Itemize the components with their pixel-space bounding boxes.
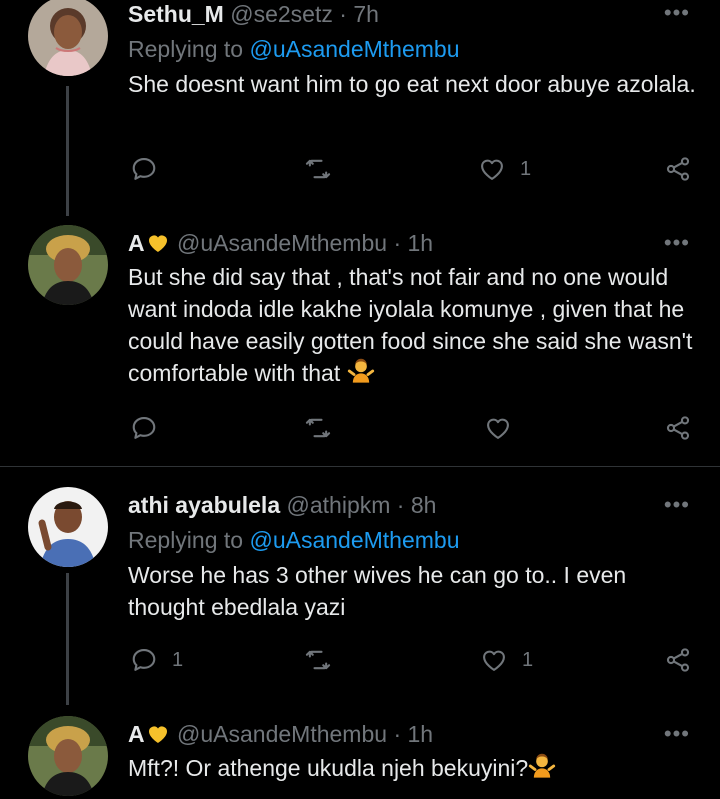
replying-label: Replying to <box>128 527 244 553</box>
display-name[interactable]: Sethu_M <box>128 1 224 27</box>
reply-icon <box>130 646 158 674</box>
display-name-text: A <box>128 230 145 256</box>
heart-icon <box>480 646 508 674</box>
like-count: 1 <box>522 648 534 671</box>
timestamp[interactable]: 1h <box>408 230 434 256</box>
replying-to: Replying to @uAsandeMthembu <box>128 34 700 64</box>
tweet-text-content: Mft?! Or athenge ukudla njeh bekuyini? <box>128 755 529 781</box>
separator: · <box>339 1 347 27</box>
handle[interactable]: @uAsandeMthembu <box>177 721 387 747</box>
heart-icon <box>484 414 512 442</box>
reply-icon <box>130 414 158 442</box>
share-button[interactable] <box>664 646 692 674</box>
shrug-emoji-icon <box>528 752 556 780</box>
share-button[interactable] <box>664 155 692 183</box>
yellow-heart-icon <box>145 231 171 255</box>
share-icon <box>664 414 692 442</box>
separator: · <box>396 492 405 518</box>
like-button[interactable]: 1 <box>478 155 531 183</box>
like-button[interactable]: 1 <box>480 646 533 674</box>
tweet-header: A @uAsandeMthembu · 1h <box>128 229 700 257</box>
timestamp[interactable]: 1h <box>408 721 434 747</box>
more-icon[interactable]: ••• <box>664 492 690 518</box>
thread-line <box>66 86 69 216</box>
retweet-button[interactable] <box>304 414 332 442</box>
more-icon[interactable]: ••• <box>664 721 690 747</box>
shrug-emoji-icon <box>347 357 375 385</box>
display-name-text: A <box>128 721 145 747</box>
tweet-header: Sethu_M @se2setz · 7h <box>128 0 700 28</box>
more-icon[interactable]: ••• <box>664 0 690 26</box>
separator: · <box>393 721 402 747</box>
tweet-header: A @uAsandeMthembu · 1h <box>128 720 700 748</box>
replying-handle-link[interactable]: @uAsandeMthembu <box>249 527 459 553</box>
replying-to: Replying to @uAsandeMthembu <box>128 525 700 555</box>
avatar-athi[interactable] <box>28 487 108 567</box>
display-name[interactable]: A <box>128 230 177 256</box>
divider <box>0 466 720 467</box>
tweet-header: athi ayabulela @athipkm · 8h <box>128 491 700 519</box>
tweet-text: Mft?! Or athenge ukudla njeh bekuyini? <box>128 752 700 784</box>
avatar-asande[interactable] <box>28 225 108 305</box>
like-count: 1 <box>520 157 532 180</box>
tweet-text: She doesnt want him to go eat next door … <box>128 71 696 97</box>
reply-button[interactable] <box>130 414 172 442</box>
replying-label: Replying to <box>128 36 244 62</box>
reply-button[interactable] <box>130 155 172 183</box>
retweet-icon <box>304 414 332 442</box>
display-name[interactable]: A <box>128 721 177 747</box>
reply-icon <box>130 155 158 183</box>
thread-line <box>66 573 69 705</box>
timestamp[interactable]: 8h <box>411 492 437 518</box>
replying-handle-link[interactable]: @uAsandeMthembu <box>249 36 459 62</box>
timestamp[interactable]: 7h <box>353 1 379 27</box>
heart-icon <box>478 155 506 183</box>
reply-count: 1 <box>172 648 184 671</box>
reply-button[interactable]: 1 <box>130 646 183 674</box>
avatar-sethu[interactable] <box>28 0 108 76</box>
retweet-icon <box>304 646 332 674</box>
avatar-asande[interactable] <box>28 716 108 796</box>
handle[interactable]: @uAsandeMthembu <box>177 230 387 256</box>
handle[interactable]: @se2setz <box>230 1 333 27</box>
handle[interactable]: @athipkm <box>287 492 391 518</box>
tweet-text: Worse he has 3 other wives he can go to.… <box>128 562 627 620</box>
share-button[interactable] <box>664 414 692 442</box>
retweet-button[interactable] <box>304 646 332 674</box>
share-icon <box>664 155 692 183</box>
retweet-icon <box>304 155 332 183</box>
share-icon <box>664 646 692 674</box>
tweet-text-content: But she did say that , that's not fair a… <box>128 264 693 386</box>
like-button[interactable] <box>484 414 526 442</box>
separator: · <box>393 230 402 256</box>
tweet-text: But she did say that , that's not fair a… <box>128 261 700 389</box>
yellow-heart-icon <box>145 722 171 746</box>
retweet-button[interactable] <box>304 155 332 183</box>
more-icon[interactable]: ••• <box>664 230 690 256</box>
display-name[interactable]: athi ayabulela <box>128 492 280 518</box>
